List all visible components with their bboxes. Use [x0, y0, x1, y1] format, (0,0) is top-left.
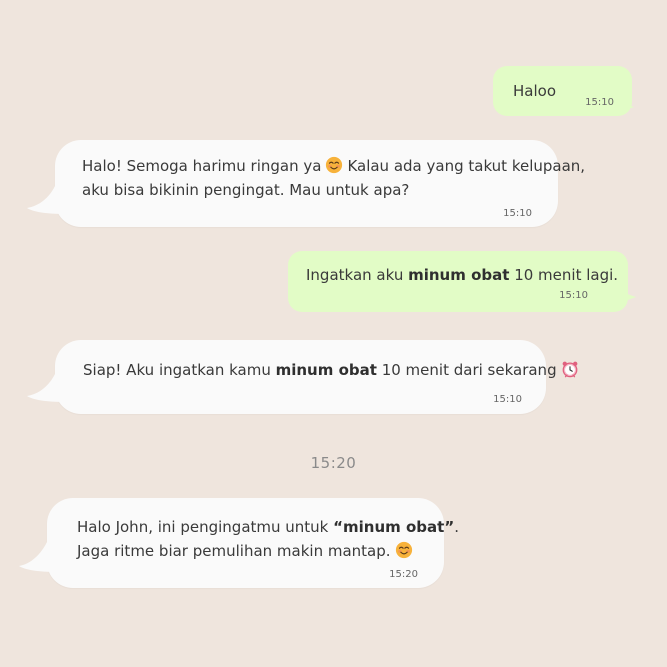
message-text-bold: “minum obat”: [333, 518, 455, 536]
time-separator: 15:20: [310, 454, 357, 472]
message-text-line: Ingatkan aku minum obat 10 menit lagi.: [306, 263, 618, 287]
message-text: Haloo: [513, 82, 556, 100]
message-text-line: Jaga ritme biar pemulihan makin mantap.: [77, 539, 417, 563]
message-text: Siap! Aku ingatkan kamu: [83, 361, 276, 379]
alarm-clock-emoji: [562, 361, 577, 378]
bubble-tail: [614, 281, 636, 303]
message-bubble-incoming[interactable]: Siap! Aku ingatkan kamu minum obat 10 me…: [27, 340, 577, 414]
message-text: aku bisa bikinin pengingat. Mau untuk ap…: [82, 181, 410, 199]
message-text: Halo John, ini pengingatmu untuk: [77, 518, 334, 536]
message-timestamp: 15:10: [585, 97, 614, 108]
message-text: Jaga ritme biar pemulihan makin mantap.: [77, 542, 391, 560]
message-text-bold: minum obat: [275, 361, 377, 379]
message-text: Halo! Semoga harimu ringan ya: [82, 157, 322, 175]
message-timestamp: 15:10: [559, 290, 588, 301]
message-text-line: Halo John, ini pengingatmu untuk “minum …: [77, 515, 459, 539]
message-bubble-incoming[interactable]: Halo John, ini pengingatmu untuk “minum …: [19, 498, 459, 588]
message-text: Ingatkan aku: [306, 266, 409, 284]
message-text: 10 menit lagi.: [509, 266, 619, 284]
message-text: .: [454, 518, 459, 536]
message-text: Kalau ada yang takut kelupaan,: [347, 157, 586, 175]
message-text: 10 menit dari sekarang: [376, 361, 557, 379]
message-timestamp: 15:10: [503, 208, 532, 219]
message-text-line: Halo! Semoga harimu ringan ya Kalau ada …: [82, 154, 585, 178]
bubble-tail: [620, 86, 634, 112]
bubble-tail: [19, 542, 57, 572]
smiling-face-emoji: [395, 541, 412, 559]
message-text-line: Siap! Aku ingatkan kamu minum obat 10 me…: [83, 358, 583, 382]
message-text-bold: minum obat: [408, 266, 510, 284]
smiling-face-emoji: [326, 156, 343, 174]
message-bubble-outgoing[interactable]: Ingatkan aku minum obat 10 menit lagi. 1…: [288, 251, 636, 312]
message-bubble-outgoing[interactable]: Haloo 15:10: [493, 66, 634, 116]
message-timestamp: 15:20: [389, 569, 418, 580]
message-bubble-incoming[interactable]: Halo! Semoga harimu ringan ya Kalau ada …: [27, 140, 585, 227]
bubble-tail: [27, 374, 65, 402]
bubble-tail: [27, 186, 65, 214]
message-timestamp: 15:10: [493, 394, 522, 405]
